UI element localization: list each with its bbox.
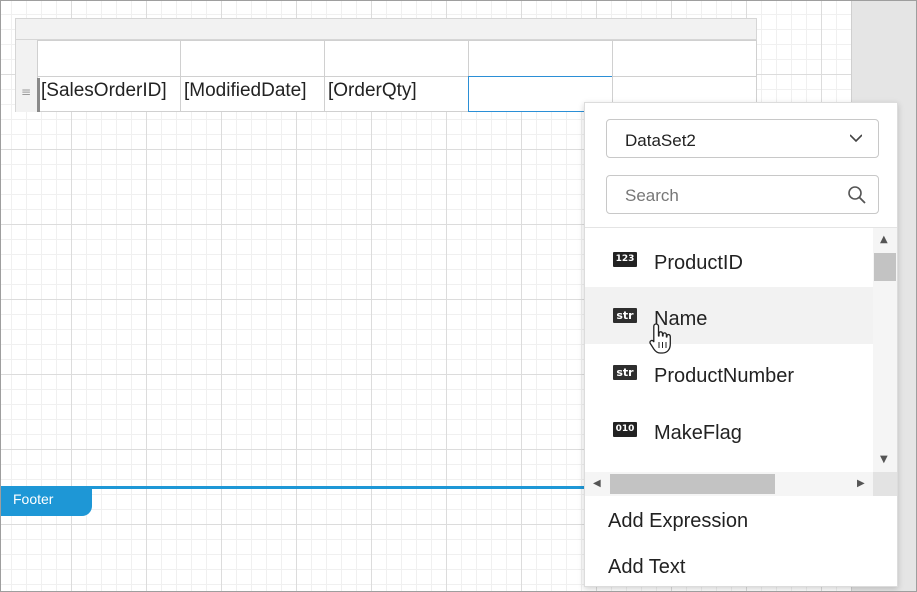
search-icon[interactable] [847,185,867,205]
field-name: MakeFlag [654,422,742,444]
table-cell-modifieddate[interactable]: [ModifiedDate] [180,76,325,112]
report-table[interactable]: ≡ [SalesOrderID] [ModifiedDate] [OrderQt… [15,18,757,112]
dataset-dropdown[interactable]: DataSet2 [606,119,879,158]
cell-text: [ModifiedDate] [184,80,307,101]
field-picker-popup: DataSet2 123 ProductID str Name str [584,102,898,587]
field-name: ProductNumber [654,365,795,387]
table-cell[interactable] [37,40,181,77]
scrollbar-corner [873,472,897,496]
table-row-handle-column[interactable] [15,40,37,112]
footer-tab[interactable]: Footer [1,487,92,516]
report-designer: ≡ [SalesOrderID] [ModifiedDate] [OrderQt… [0,0,917,592]
table-cell[interactable] [612,40,757,77]
table-cell-salesorderid[interactable]: [SalesOrderID] [37,76,181,112]
field-search-box[interactable] [606,175,879,214]
cell-text: [OrderQty] [328,80,417,101]
scroll-left-icon[interactable]: ◀ [593,478,601,489]
boolean-type-icon: 010 [613,422,637,437]
hand-pointer-icon [649,323,671,354]
horizontal-scroll-thumb[interactable] [610,474,775,494]
chevron-down-icon [850,134,862,143]
numeric-type-icon: 123 [613,252,637,267]
string-type-icon: str [613,308,637,323]
table-cell[interactable] [468,40,613,77]
scroll-down-icon[interactable]: ▼ [880,454,888,465]
scroll-right-icon[interactable]: ▶ [857,478,865,489]
table-column-header-row[interactable] [15,18,757,40]
field-item-makeflag[interactable]: 010 MakeFlag [585,401,873,458]
row-drag-handle-icon[interactable]: ≡ [21,86,31,98]
field-item-name[interactable]: str Name [585,287,873,344]
field-list: 123 ProductID str Name str ProductNumber… [585,227,897,496]
cell-text: [SalesOrderID] [41,80,167,101]
table-cell[interactable] [324,40,469,77]
field-item-productnumber[interactable]: str ProductNumber [585,344,873,401]
field-name: ProductID [654,252,743,274]
table-cell-orderqty[interactable]: [OrderQty] [324,76,469,112]
table-cell[interactable] [180,40,325,77]
dataset-dropdown-value: DataSet2 [625,131,696,150]
add-text-button[interactable]: Add Text [608,556,685,579]
field-item-productid[interactable]: 123 ProductID [585,231,873,288]
scroll-up-icon[interactable]: ▲ [880,234,888,245]
field-search-input[interactable] [608,177,857,214]
add-expression-button[interactable]: Add Expression [608,510,748,533]
vertical-scroll-thumb[interactable] [874,253,896,281]
string-type-icon: str [613,365,637,380]
row-selection-marker [37,78,40,112]
